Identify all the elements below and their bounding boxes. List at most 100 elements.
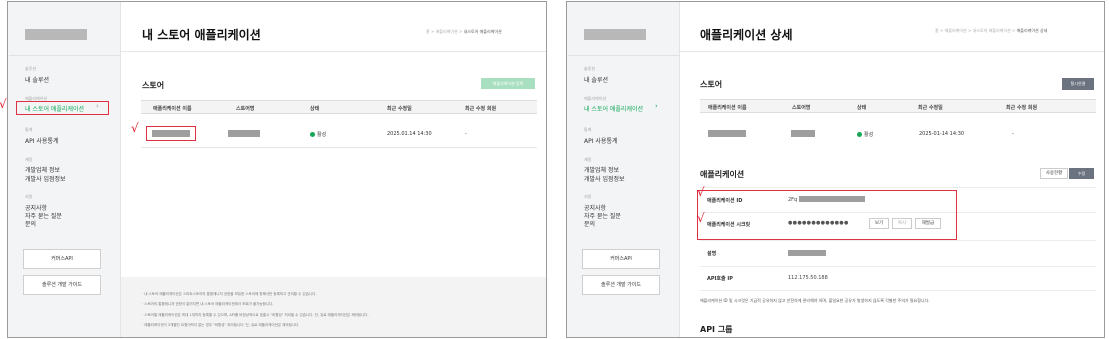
modified-member: -: [1012, 131, 1014, 137]
section-title-store: 스토어: [142, 81, 165, 90]
breadcrumb-current: 내스토어 애플리케이션: [463, 29, 502, 34]
sidebar-item-inquiry[interactable]: 문의: [25, 219, 36, 228]
security-warning: 애플리케이션 ID 및 시크릿은 기급적 공유하지 않고 안전하게 관리해야 하…: [700, 298, 930, 303]
app-name-redacted: [708, 130, 746, 137]
column-header: 최근 수정 회원: [465, 106, 497, 112]
breadcrumb-home[interactable]: 홈: [426, 29, 430, 34]
sidebar: 솔루션 내 솔루션 애플리케이션 내 스토어 애플리케이션 › 통계 API 사…: [8, 2, 121, 337]
sidebar-caption-application: 애플리케이션: [584, 96, 607, 101]
column-header: 스토어명: [792, 105, 811, 111]
sidebar-caption-support: 지원: [25, 194, 33, 199]
breadcrumb-current: 애플리케이션 상세: [1016, 28, 1048, 33]
table-header: 애플리케이션 이름 스토어명 상태 최근 수정일 최근 수정 회원: [700, 99, 1096, 113]
app-detail-screen: 솔루션 내 솔루션 애플리케이션 내 스토어 애플리케이션 › 통계 API 사…: [566, 1, 1105, 338]
section-title-api-group: API 그룹: [700, 325, 733, 334]
sidebar-item-inquiry[interactable]: 문의: [584, 219, 595, 228]
api-ip-label: API호출 IP: [707, 276, 733, 282]
chevron-right-icon: ›: [655, 102, 658, 110]
status-dot-icon: [857, 132, 862, 137]
solution-guide-button[interactable]: 솔루션 개발 가이드: [582, 275, 660, 295]
divider: [680, 51, 1104, 52]
column-header: 애플리케이션 이름: [708, 105, 747, 111]
sidebar-caption-stats: 통계: [584, 127, 592, 132]
breadcrumb-home[interactable]: 홈: [935, 28, 939, 33]
breadcrumb-separator: >: [967, 28, 972, 33]
notice-line: · 애플리케이션이 3개월간 요청이력이 없는 경우 "비활성" 처리됩니다. …: [142, 323, 300, 327]
divider: [700, 240, 1096, 241]
check-mark: √: [131, 121, 139, 135]
sidebar-caption-account: 계정: [584, 157, 592, 162]
notice-line: · 스토어의 통합매니저 권한이 없어지면 내 스토어 애플리케이션에서 조회가…: [142, 302, 274, 306]
store-name-redacted: [228, 130, 260, 137]
breadcrumb-store-app[interactable]: 내스토어 애플리케이션: [973, 28, 1011, 33]
divider: [700, 290, 1096, 291]
table-row-divider: [141, 147, 537, 148]
section-title-application: 애플리케이션: [700, 170, 745, 179]
page-title: 내 스토어 애플리케이션: [142, 28, 261, 42]
store-app-list-screen: 솔루션 내 솔루션 애플리케이션 내 스토어 애플리케이션 › 통계 API 사…: [7, 1, 547, 338]
description-label: 설명: [707, 251, 717, 257]
check-mark: √: [0, 97, 7, 111]
unlink-button[interactable]: 탈시연결: [1062, 78, 1094, 90]
column-header: 최근 수정일: [918, 105, 943, 111]
api-ip-value: 112.175.50.188: [788, 275, 828, 281]
sidebar-caption-solution: 솔루션: [25, 66, 37, 71]
sidebar-item-my-solution[interactable]: 내 솔루션: [25, 75, 49, 84]
page-title: 애플리케이션 상세: [700, 28, 793, 42]
divider: [121, 51, 546, 52]
description-redacted: [788, 250, 826, 256]
sidebar-item-api-stats[interactable]: API 사용통계: [584, 136, 617, 145]
sidebar-item-dev-company[interactable]: 개발업체 정보: [25, 165, 60, 174]
check-mark: √: [697, 211, 705, 225]
breadcrumb-separator: >: [458, 29, 463, 34]
notice-box: · 내 스토어 애플리케이션은 스마트스토어의 통합매니저 권한을 보유한 스토…: [121, 277, 546, 337]
divider: [700, 266, 1096, 267]
breadcrumb-application[interactable]: 애플리케이션: [945, 28, 967, 33]
column-header: 스토어명: [236, 106, 255, 112]
breadcrumb-separator: >: [1011, 28, 1016, 33]
highlight-box: [16, 101, 109, 115]
breadcrumb-separator: >: [430, 29, 435, 34]
logo-redacted: [25, 29, 87, 40]
modified-date: 2025.01.14 14:30: [387, 131, 432, 137]
sidebar-item-dev-store-info[interactable]: 개발사 입점정보: [25, 174, 66, 183]
sidebar-item-dev-company[interactable]: 개발업체 정보: [584, 165, 619, 174]
sidebar-caption-account: 계정: [25, 157, 33, 162]
section-title-store: 스토어: [700, 80, 723, 89]
modified-member: -: [465, 131, 467, 137]
sidebar: 솔루션 내 솔루션 애플리케이션 내 스토어 애플리케이션 › 통계 API 사…: [567, 2, 680, 337]
sidebar-item-my-store-app[interactable]: 내 스토어 애플리케이션: [584, 104, 643, 113]
column-header: 상태: [310, 106, 320, 112]
column-header: 최근 수정 회원: [1006, 105, 1038, 111]
divider: [9, 55, 120, 56]
commerce-api-button[interactable]: 커머스API: [582, 249, 660, 269]
breadcrumb: 홈 > 애플리케이션 > 내스토어 애플리케이션 > 애플리케이션 상세: [935, 28, 1047, 34]
edit-button[interactable]: 수정: [1069, 168, 1094, 179]
status-dot-icon: [310, 132, 315, 137]
solution-guide-button[interactable]: 솔루션 개발 가이드: [23, 275, 101, 295]
status-badge: 활성: [310, 131, 326, 138]
sidebar-caption-solution: 솔루션: [584, 66, 596, 71]
sidebar-caption-stats: 통계: [25, 127, 33, 132]
breadcrumb-separator: >: [939, 28, 944, 33]
sidebar-item-my-solution[interactable]: 내 솔루션: [584, 75, 608, 84]
highlight-box: [697, 190, 957, 240]
notice-line: · 내 스토어 애플리케이션은 스마트스토어의 통합매니저 권한을 보유한 스토…: [142, 292, 317, 296]
check-mark: √: [697, 185, 705, 199]
sidebar-item-dev-store-info[interactable]: 개발사 입점정보: [584, 174, 625, 183]
store-name-redacted: [791, 130, 815, 137]
usage-button[interactable]: 사용현황: [1040, 168, 1068, 179]
highlight-box: [146, 126, 196, 141]
breadcrumb: 홈 > 애플리케이션 > 내스토어 애플리케이션: [426, 29, 502, 35]
breadcrumb-application[interactable]: 애플리케이션: [436, 29, 458, 34]
logo-redacted: [584, 29, 646, 40]
status-badge: 활성: [857, 131, 873, 138]
sidebar-item-api-stats[interactable]: API 사용통계: [25, 136, 58, 145]
divider: [568, 55, 679, 56]
column-header: 애플리케이션 이름: [153, 106, 192, 112]
modified-date: 2025-01-14 14:30: [919, 131, 965, 137]
table-header: 애플리케이션 이름 스토어명 상태 최근 수정일 최근 수정 회원: [141, 100, 537, 114]
register-app-button[interactable]: 애플리케이션 등록: [481, 78, 535, 89]
commerce-api-button[interactable]: 커머스API: [23, 249, 101, 269]
notice-line: · 스토어별 애플리케이션은 최대 1개까지 등록할 수 있으며, API를 비…: [142, 313, 369, 317]
